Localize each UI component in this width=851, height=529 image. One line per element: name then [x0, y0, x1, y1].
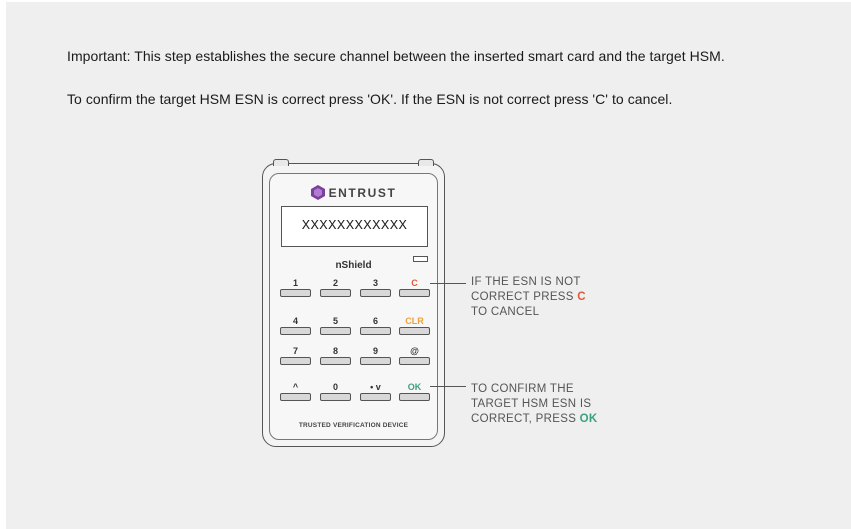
keypad-key-label: CLR: [405, 316, 424, 326]
keypad-key-label: 0: [332, 382, 338, 392]
keypad-key-label: 1: [292, 278, 298, 288]
keypad-key-cap: [399, 393, 430, 401]
callout-cancel-line3: TO CANCEL: [471, 306, 540, 318]
callout-confirm-prefix: CORRECT, PRESS: [471, 413, 580, 425]
keypad-key: OK: [399, 382, 430, 401]
keypad-key-cap: [280, 289, 311, 297]
callout-confirm-line3: CORRECT, PRESS OK: [471, 412, 598, 427]
keypad-key: 6: [360, 316, 391, 335]
device-led: [413, 256, 428, 262]
keypad-key-label: • v: [370, 382, 381, 392]
keypad-key: 0: [320, 382, 351, 401]
device-face: ENTRUST XXXXXXXXXXXX nShield 1 2 3 C 4 5 6 CLR 7…: [269, 173, 438, 440]
keypad-key: 9: [360, 346, 391, 365]
keypad-key-cap: [360, 289, 391, 297]
keypad-key: 4: [280, 316, 311, 335]
keypad-key: 5: [320, 316, 351, 335]
keypad-key-label: 3: [372, 278, 378, 288]
callout-confirm-line1: TO CONFIRM THE: [471, 383, 574, 395]
callout-cancel-line2: CORRECT PRESS C: [471, 290, 586, 305]
callout-cancel-line1: IF THE ESN IS NOT: [471, 276, 581, 288]
callout-cancel-key: C: [577, 291, 586, 303]
device-model: nShield: [335, 260, 372, 271]
callout-cancel: IF THE ESN IS NOT CORRECT PRESS C TO CAN…: [471, 275, 586, 320]
keypad-key-cap: [360, 357, 391, 365]
keypad-key-label: 6: [372, 316, 378, 326]
keypad-key-cap: [360, 393, 391, 401]
keypad-key: C: [399, 278, 430, 297]
keypad-key-cap: [399, 289, 430, 297]
keypad-key: ^: [280, 382, 311, 401]
keypad-key: 8: [320, 346, 351, 365]
keypad-key-label: 5: [332, 316, 338, 326]
trusted-verification-device-illustration: ENTRUST XXXXXXXXXXXX nShield 1 2 3 C 4 5 6 CLR 7…: [262, 159, 445, 447]
callout-line-confirm: [430, 386, 466, 387]
callout-confirm: TO CONFIRM THE TARGET HSM ESN IS CORRECT…: [471, 382, 598, 427]
keypad-key-label: 8: [332, 346, 338, 356]
keypad-key: • v: [360, 382, 391, 401]
keypad-key-label: 4: [292, 316, 298, 326]
keypad-key: 2: [320, 278, 351, 297]
instruction-important: Important: This step establishes the sec…: [67, 48, 725, 64]
keypad-key-cap: [280, 393, 311, 401]
keypad-key-cap: [320, 357, 351, 365]
device-slot-left: [273, 159, 289, 166]
device-brand: ENTRUST: [270, 185, 437, 203]
keypad-key-label: @: [410, 346, 419, 356]
keypad-key: @: [399, 346, 430, 365]
device-screen: XXXXXXXXXXXX: [281, 206, 428, 247]
keypad-key-cap: [320, 393, 351, 401]
keypad-key-label: 2: [332, 278, 338, 288]
device-footer: TRUSTED VERIFICATION DEVICE: [298, 422, 409, 429]
keypad-key: 7: [280, 346, 311, 365]
device-slot-right: [418, 159, 434, 166]
keypad-key-label: 7: [292, 346, 298, 356]
keypad-key-label: C: [411, 278, 418, 288]
keypad-key: CLR: [399, 316, 430, 335]
keypad-key-cap: [399, 327, 430, 335]
callout-confirm-key: OK: [579, 413, 598, 425]
device-brand-text: ENTRUST: [328, 186, 397, 201]
keypad-key-cap: [399, 357, 430, 365]
keypad-key: 1: [280, 278, 311, 297]
entrust-hex-logo-icon: [310, 185, 325, 203]
keypad-key-cap: [280, 327, 311, 335]
keypad-key-cap: [320, 327, 351, 335]
instruction-confirm: To confirm the target HSM ESN is correct…: [67, 91, 673, 107]
callout-confirm-line2: TARGET HSM ESN IS: [471, 398, 592, 410]
keypad-key-cap: [360, 327, 391, 335]
keypad-key-label: ^: [292, 382, 299, 392]
callout-line-cancel: [430, 283, 466, 284]
keypad-key: 3: [360, 278, 391, 297]
keypad-key-label: OK: [407, 382, 422, 392]
keypad-key-label: 9: [372, 346, 378, 356]
callout-cancel-prefix: CORRECT PRESS: [471, 291, 578, 303]
keypad-key-cap: [280, 357, 311, 365]
keypad-key-cap: [320, 289, 351, 297]
